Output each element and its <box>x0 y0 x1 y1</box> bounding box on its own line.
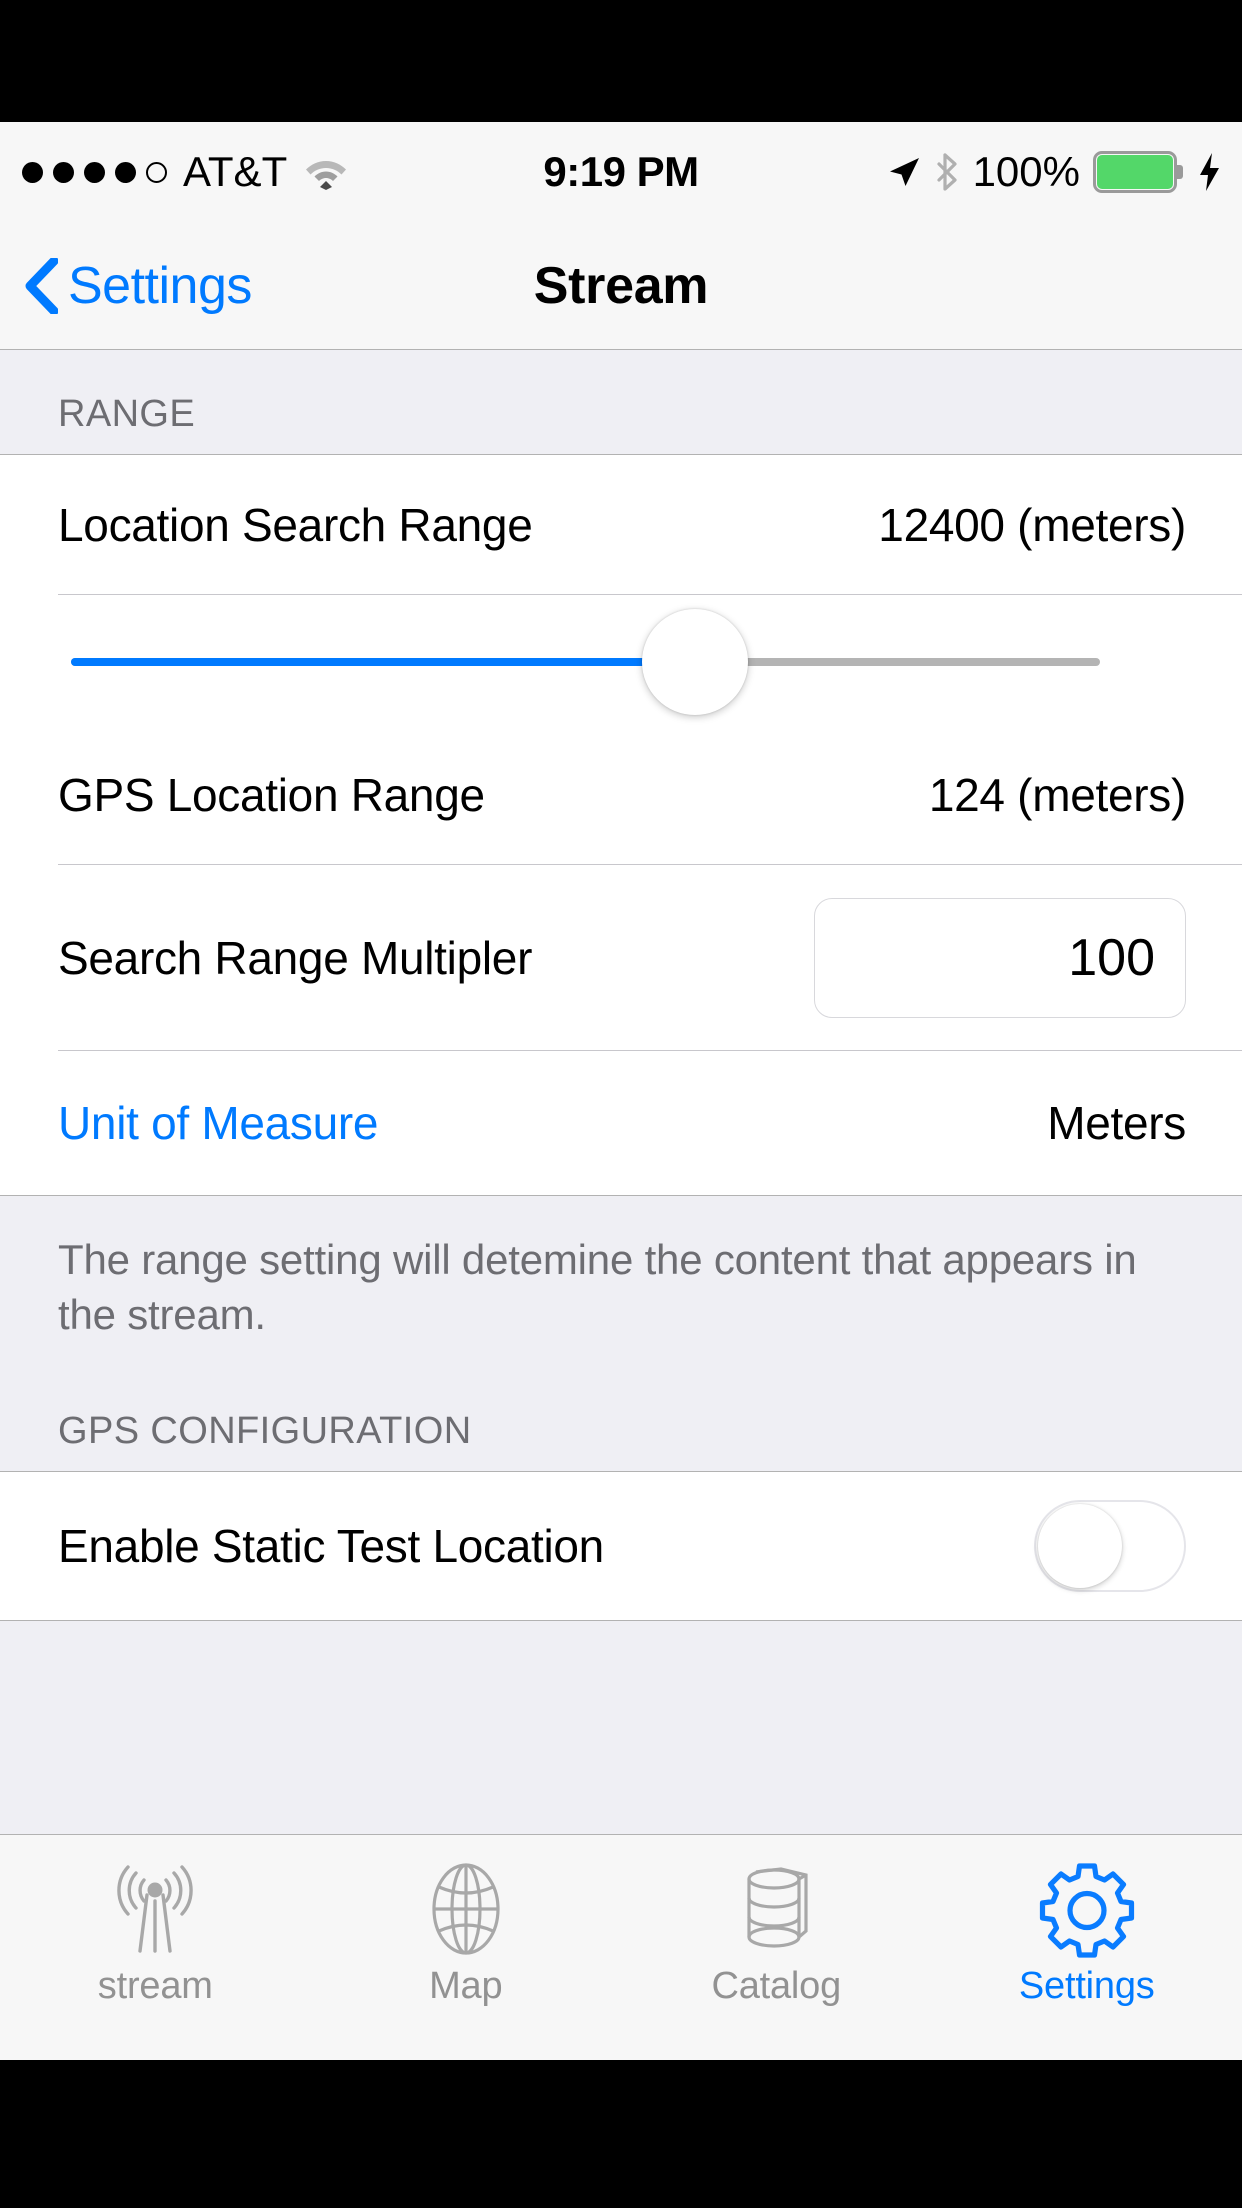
globe-icon <box>414 1857 518 1961</box>
letterbox-top <box>0 0 1242 122</box>
row-value: Meters <box>1047 1097 1186 1149</box>
gear-icon <box>1035 1857 1139 1961</box>
tab-bar: stream Map Catalog Settings <box>0 1834 1242 2060</box>
row-label: Enable Static Test Location <box>58 1519 604 1572</box>
location-arrow-icon <box>887 155 921 189</box>
row-value: 12400 (meters) <box>878 499 1186 551</box>
tab-label: Catalog <box>711 1965 842 2007</box>
database-stack-icon <box>724 1857 828 1961</box>
slider-thumb[interactable] <box>641 609 748 715</box>
battery-percent-label: 100% <box>972 148 1080 195</box>
row-search-range-multipler[interactable]: Search Range Multipler 100 <box>0 865 1242 1051</box>
row-value: 124 (meters) <box>928 769 1186 821</box>
row-label: Unit of Measure <box>58 1097 379 1149</box>
row-label: Location Search Range <box>58 499 533 551</box>
range-slider[interactable] <box>0 595 1242 725</box>
search-range-multipler-input[interactable]: 100 <box>814 898 1186 1018</box>
navigation-bar: Settings Stream <box>0 222 1242 350</box>
tab-map[interactable]: Map <box>311 1835 622 2061</box>
tab-settings[interactable]: Settings <box>932 1835 1242 2061</box>
gps-configuration-group: Enable Static Test Location <box>0 1470 1242 1621</box>
broadcast-tower-icon <box>103 1857 207 1961</box>
status-bar-right: 100% <box>887 148 1222 196</box>
section-header-gps-configuration: GPS CONFIGURATION <box>0 1342 1242 1471</box>
bluetooth-icon <box>934 153 960 191</box>
page-title: Stream <box>533 257 709 315</box>
row-location-search-range[interactable]: Location Search Range 12400 (meters) <box>0 455 1242 595</box>
tab-label: Settings <box>1018 1965 1155 2007</box>
tab-label: stream <box>97 1965 213 2007</box>
row-label: GPS Location Range <box>58 769 485 821</box>
range-section-footer: The range setting will detemine the cont… <box>0 1196 1242 1343</box>
phone-screen: AT&T 9:19 PM 100% Settings Stream RANGE … <box>0 0 1242 2208</box>
slider-fill <box>71 658 695 666</box>
tab-label: Map <box>429 1965 503 2007</box>
toggle-knob <box>1038 1503 1122 1588</box>
status-bar: AT&T 9:19 PM 100% <box>0 122 1242 222</box>
row-gps-location-range[interactable]: GPS Location Range 124 (meters) <box>0 725 1242 865</box>
enable-static-test-location-toggle[interactable] <box>1034 1499 1186 1592</box>
tab-catalog[interactable]: Catalog <box>621 1835 932 2061</box>
tab-stream[interactable]: stream <box>0 1835 311 2061</box>
battery-full-icon <box>1093 151 1183 193</box>
settings-list[interactable]: RANGE Location Search Range 12400 (meter… <box>0 350 1242 1834</box>
row-label: Search Range Multipler <box>58 932 533 984</box>
row-unit-of-measure[interactable]: Unit of Measure Meters <box>0 1051 1242 1195</box>
row-enable-static-test-location[interactable]: Enable Static Test Location <box>0 1471 1242 1620</box>
range-group: Location Search Range 12400 (meters) GPS… <box>0 454 1242 1196</box>
letterbox-bottom <box>0 2060 1242 2208</box>
section-header-range: RANGE <box>0 350 1242 454</box>
lightning-bolt-icon <box>1198 152 1222 192</box>
